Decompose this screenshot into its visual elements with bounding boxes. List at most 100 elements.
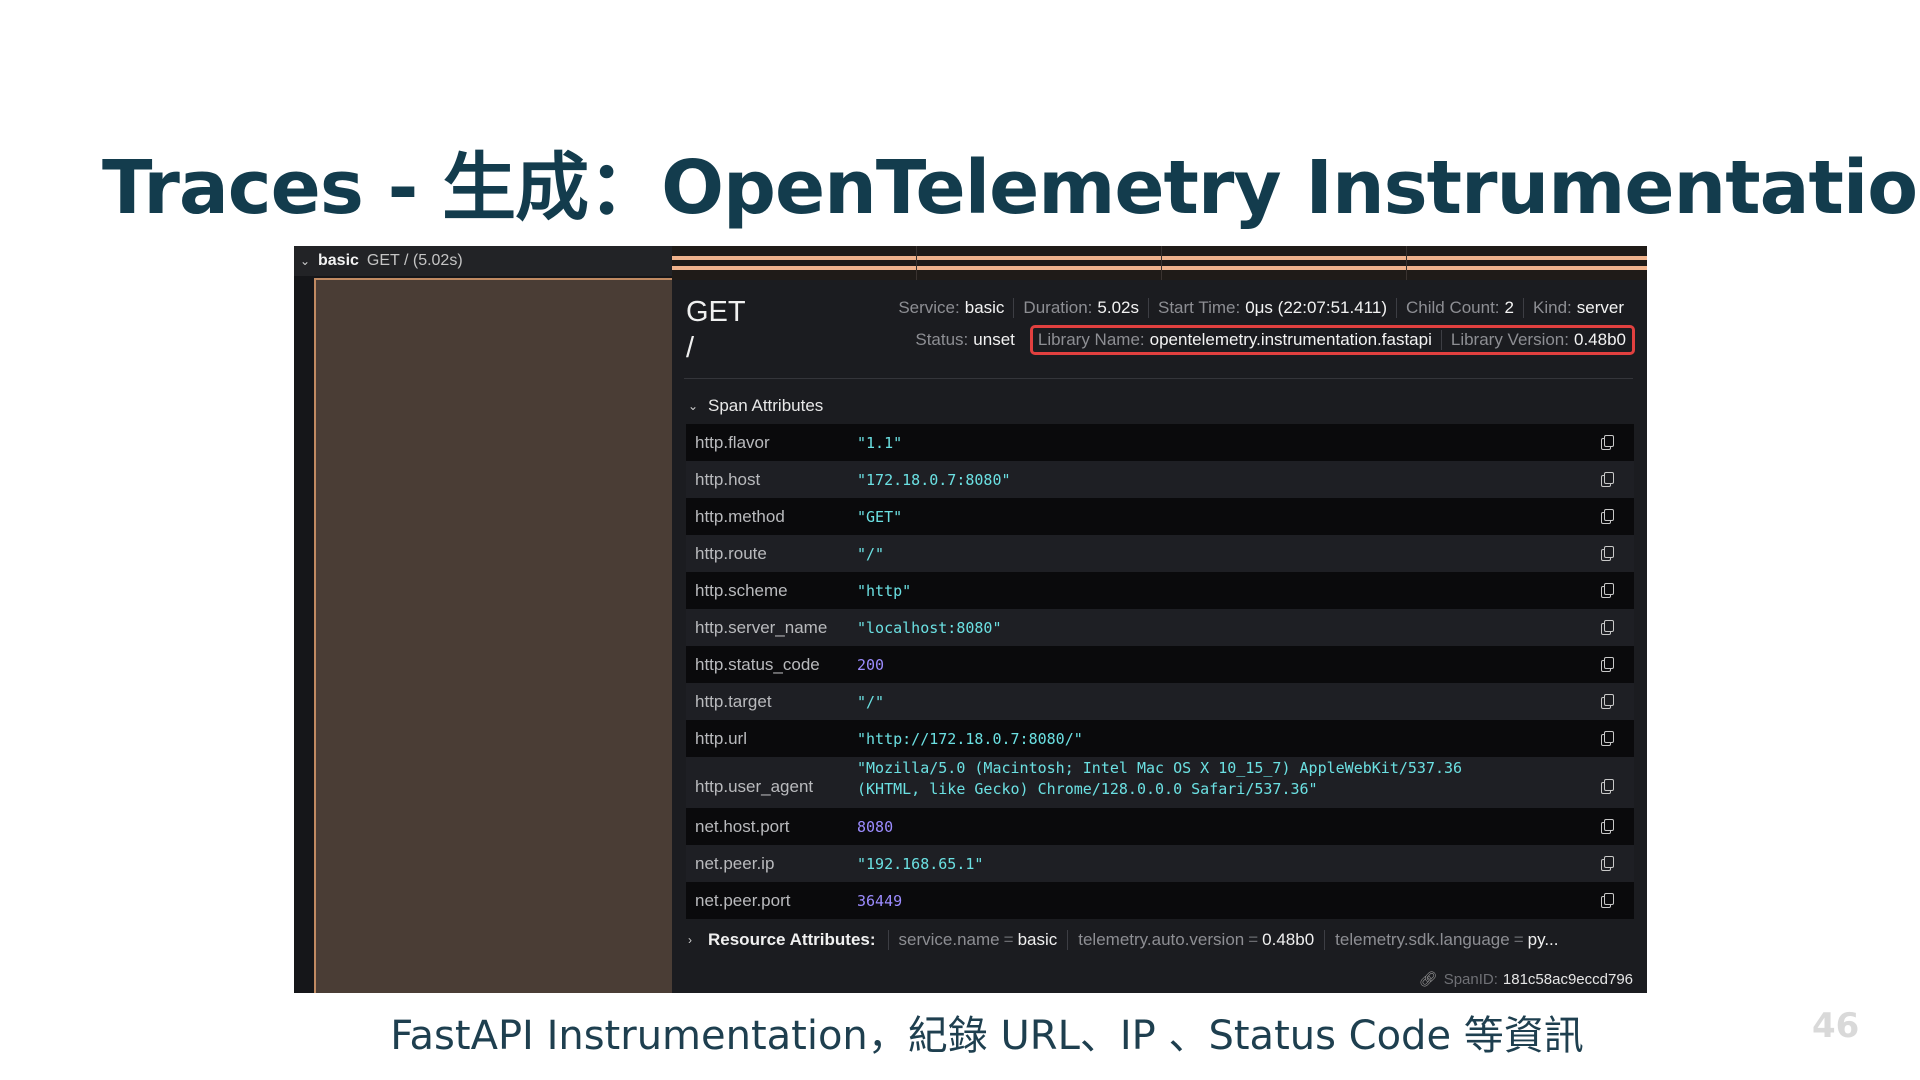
span-meta-row-2: Status: unset Library Name: opentelemetr…	[906, 325, 1635, 355]
attribute-row[interactable]: http.scheme "http"	[686, 572, 1634, 609]
attribute-value: "GET"	[857, 507, 903, 526]
resource-attributes-label: Resource Attributes:	[708, 930, 876, 949]
copy-icon[interactable]	[1601, 893, 1614, 908]
copy-icon[interactable]	[1601, 546, 1614, 561]
meta-library-name: Library Name: opentelemetry.instrumentat…	[1037, 330, 1432, 349]
attribute-row[interactable]: http.target "/"	[686, 683, 1634, 720]
page-number: 46	[1812, 1006, 1860, 1046]
link-icon: 🔗︎	[1418, 971, 1438, 988]
trace-row[interactable]: ⌄ basic GET / (5.02s)	[294, 246, 672, 276]
attribute-key: http.scheme	[695, 580, 788, 600]
attribute-row[interactable]: net.peer.ip "192.168.65.1"	[686, 845, 1634, 882]
copy-icon[interactable]	[1601, 779, 1614, 794]
attribute-key: net.peer.port	[695, 890, 791, 910]
attribute-row[interactable]: http.flavor "1.1"	[686, 424, 1634, 461]
copy-icon[interactable]	[1601, 694, 1614, 709]
chevron-down-icon: ⌄	[688, 399, 699, 413]
attribute-row[interactable]: http.route "/"	[686, 535, 1634, 572]
attribute-value: "localhost:8080"	[857, 618, 1002, 637]
copy-icon[interactable]	[1601, 657, 1614, 672]
copy-icon[interactable]	[1601, 509, 1614, 524]
attribute-row[interactable]: http.server_name "localhost:8080"	[686, 609, 1634, 646]
attribute-row[interactable]: http.user_agent "Mozilla/5.0 (Macintosh; …	[686, 757, 1634, 808]
operation-method: GET	[686, 296, 746, 328]
span-bar	[672, 256, 1647, 260]
copy-icon[interactable]	[1601, 856, 1614, 871]
attribute-key: http.status_code	[695, 654, 820, 674]
attribute-row[interactable]: net.peer.port 36449	[686, 882, 1634, 919]
slide-caption: FastAPI Instrumentation，紀錄 URL、IP 、Statu…	[390, 1013, 1584, 1059]
attribute-key: http.server_name	[695, 617, 828, 637]
meta-status: Status: unset	[915, 330, 1015, 349]
attribute-value: "/"	[857, 544, 885, 563]
attribute-value: "192.168.65.1"	[857, 854, 984, 873]
copy-icon[interactable]	[1601, 472, 1614, 487]
library-highlight-box: Library Name: opentelemetry.instrumentat…	[1029, 325, 1635, 355]
attribute-value: 36449	[857, 891, 903, 910]
resource-attribute: telemetry.sdk.language = py...	[1324, 930, 1568, 950]
attribute-row[interactable]: http.url "http://172.18.0.7:8080/"	[686, 720, 1634, 757]
span-attributes-title: Span Attributes	[708, 396, 824, 415]
span-tree-area	[314, 278, 672, 993]
attribute-key: http.user_agent	[695, 777, 814, 796]
attribute-value: "1.1"	[857, 433, 903, 452]
attribute-key: http.method	[695, 506, 785, 526]
resource-attributes-toggle[interactable]: › Resource Attributes: service.name = basi…	[688, 930, 1569, 950]
attribute-value: "/"	[857, 692, 885, 711]
meta-child-count: Child Count: 2	[1395, 298, 1523, 318]
attribute-row[interactable]: net.host.port 8080	[686, 808, 1634, 845]
equals-sign: =	[1003, 930, 1014, 949]
attribute-row[interactable]: http.status_code 200	[686, 646, 1634, 683]
attribute-value: "172.18.0.7:8080"	[857, 470, 1011, 489]
attribute-value: "http://172.18.0.7:8080/"	[857, 729, 1083, 748]
trace-operation: GET / (5.02s)	[366, 252, 463, 269]
meta-service: Service: basic	[898, 298, 1005, 317]
equals-sign: =	[1513, 930, 1524, 949]
span-meta-row: Service: basic Duration: 5.02s Start Tim…	[889, 298, 1633, 318]
jaeger-trace-screenshot: ⌄ basic GET / (5.02s) GET / Service: bas…	[294, 246, 1647, 993]
copy-icon[interactable]	[1601, 583, 1614, 598]
span-operation-name: GET /	[686, 294, 746, 366]
copy-icon[interactable]	[1601, 819, 1614, 834]
attribute-value: 200	[857, 655, 885, 674]
span-id-label: SpanID:	[1443, 970, 1498, 988]
span-detail-pane: GET / Service: basic Duration: 5.02s Sta…	[672, 246, 1647, 993]
span-bar	[672, 266, 1647, 270]
meta-library-version: Library Version: 0.48b0	[1440, 330, 1632, 350]
span-attributes-table: http.flavor "1.1" http.host "172.18.0.7:808…	[686, 424, 1634, 919]
attribute-key: net.host.port	[695, 816, 790, 836]
operation-path: /	[686, 332, 695, 364]
span-id[interactable]: 🔗︎ SpanID: 181c58ac9eccd796	[1418, 970, 1633, 989]
meta-start-time: Start Time: 0μs (22:07:51.411)	[1148, 298, 1396, 318]
equals-sign: =	[1248, 930, 1259, 949]
slide-title: Traces - 生成：OpenTelemetry Instrumentatio…	[102, 145, 1920, 231]
attribute-key: http.route	[695, 543, 767, 563]
attribute-key: http.url	[695, 728, 747, 748]
timeline-divider	[1161, 246, 1162, 280]
meta-kind: Kind: server	[1523, 298, 1633, 318]
trace-tree-pane: ⌄ basic GET / (5.02s)	[294, 246, 672, 993]
chevron-down-icon[interactable]: ⌄	[300, 254, 318, 268]
span-timeline-bar[interactable]	[672, 246, 1647, 280]
span-id-value: 181c58ac9eccd796	[1502, 970, 1633, 988]
timeline-divider	[1406, 246, 1407, 280]
attribute-key: http.flavor	[695, 432, 770, 452]
attribute-value: 8080	[857, 817, 894, 836]
attribute-row[interactable]: http.method "GET"	[686, 498, 1634, 535]
copy-icon[interactable]	[1601, 620, 1614, 635]
trace-service-name: basic	[318, 252, 359, 269]
span-attributes-toggle[interactable]: ⌄ Span Attributes	[688, 396, 823, 416]
attribute-key: http.host	[695, 469, 761, 489]
copy-icon[interactable]	[1601, 435, 1614, 450]
attribute-row[interactable]: http.host "172.18.0.7:8080"	[686, 461, 1634, 498]
attribute-key: http.target	[695, 691, 772, 711]
resource-attribute: telemetry.auto.version = 0.48b0	[1067, 930, 1324, 950]
attribute-value: "http"	[857, 581, 912, 600]
chevron-right-icon: ›	[688, 933, 692, 947]
meta-duration: Duration: 5.02s	[1013, 298, 1148, 318]
divider	[684, 378, 1633, 379]
copy-icon[interactable]	[1601, 731, 1614, 746]
timeline-divider	[916, 246, 917, 280]
attribute-key: net.peer.ip	[695, 853, 775, 873]
attribute-value: "Mozilla/5.0 (Macintosh; Intel Mac OS X …	[857, 759, 1463, 798]
